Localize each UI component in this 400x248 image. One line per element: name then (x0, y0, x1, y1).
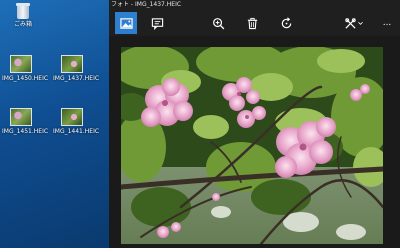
zoom-button[interactable] (208, 13, 228, 33)
zoom-icon (212, 17, 224, 29)
delete-button[interactable] (242, 13, 262, 33)
window-title: フォト - IMG_1437.HEIC (111, 1, 181, 8)
image-file-icon (61, 55, 83, 73)
rotate-button[interactable] (276, 13, 296, 33)
info-button[interactable] (147, 13, 167, 33)
photo-image (121, 47, 383, 244)
recycle-bin-icon (16, 3, 30, 19)
image-file-icon (61, 108, 83, 126)
desktop-file-img-1437[interactable]: IMG_1437.HEIC (53, 55, 100, 82)
desktop: ごみ箱 IMG_1450.HEIC IMG_1437.HEIC IMG_1451… (0, 0, 110, 248)
edit-button[interactable] (343, 13, 363, 33)
desktop-file-label: IMG_1441.HEIC (53, 128, 100, 135)
desktop-file-img-1451[interactable]: IMG_1451.HEIC (2, 108, 49, 135)
recycle-bin[interactable]: ごみ箱 (8, 3, 38, 28)
rotate-icon (281, 16, 291, 28)
photo-view-button[interactable] (115, 12, 137, 34)
desktop-file-label: IMG_1450.HEIC (2, 75, 49, 82)
image-file-icon (10, 108, 32, 126)
photo-canvas[interactable] (109, 36, 400, 248)
desktop-file-label: IMG_1437.HEIC (53, 75, 100, 82)
desktop-file-img-1441[interactable]: IMG_1441.HEIC (53, 108, 100, 135)
photos-window: フォト - IMG_1437.HEIC ... (109, 0, 400, 248)
title-bar[interactable]: フォト - IMG_1437.HEIC (109, 0, 400, 10)
desktop-file-label: IMG_1451.HEIC (2, 128, 49, 135)
more-icon: ... (382, 17, 392, 28)
trash-icon (247, 17, 257, 29)
more-button[interactable]: ... (377, 13, 397, 33)
cherry-blossom-photo (121, 47, 383, 244)
edit-icon (344, 17, 356, 29)
recycle-bin-label: ごみ箱 (13, 21, 32, 28)
file-name: IMG_1437.HEIC (135, 1, 182, 8)
image-file-icon (10, 55, 32, 73)
chevron-down-icon (357, 21, 363, 25)
desktop-file-img-1450[interactable]: IMG_1450.HEIC (2, 55, 49, 82)
app-name: フォト (111, 1, 130, 8)
info-icon (151, 17, 163, 30)
photo-view-icon (119, 17, 133, 29)
toolbar: ... (109, 10, 400, 36)
